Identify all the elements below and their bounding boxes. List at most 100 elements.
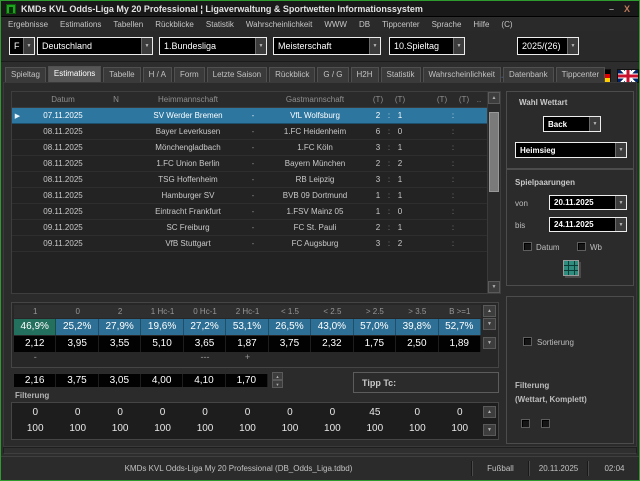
tab-h2h[interactable]: H2H — [351, 67, 379, 82]
tab-tippcenter[interactable]: Tippcenter — [556, 67, 606, 82]
filter-max[interactable]: 100 — [354, 422, 396, 436]
filter-max[interactable]: 100 — [141, 422, 183, 436]
chevron-down-icon[interactable]: ▼ — [369, 38, 380, 54]
league-select[interactable]: 1.Bundesliga ▼ — [159, 37, 267, 55]
filter-max[interactable]: 100 — [99, 422, 141, 436]
wb-checkbox[interactable] — [577, 242, 586, 251]
chevron-down-icon[interactable]: ▼ — [615, 143, 626, 157]
filter-min[interactable]: 0 — [184, 406, 226, 420]
tab-statistik[interactable]: Statistik — [381, 67, 421, 82]
manual-odd[interactable]: 3,75 — [56, 374, 98, 387]
est-spinner-up-icon[interactable]: ▲ — [483, 305, 496, 317]
minimize-button[interactable]: – — [609, 4, 614, 14]
chevron-down-icon[interactable]: ▼ — [141, 38, 152, 54]
header-tore-home2[interactable]: (T) — [435, 95, 449, 104]
competition-select[interactable]: Meisterschaft ▼ — [273, 37, 381, 55]
filter-spinner-up-icon[interactable]: ▲ — [483, 406, 496, 418]
manual-spinner-up-icon[interactable]: ▲ — [272, 372, 283, 380]
filter-max[interactable]: 100 — [56, 422, 98, 436]
filter-min[interactable]: 0 — [439, 406, 481, 420]
filter-min[interactable]: 0 — [311, 406, 353, 420]
chevron-down-icon[interactable]: ▼ — [453, 38, 464, 54]
filter-max[interactable]: 100 — [14, 422, 56, 436]
filter-min[interactable]: 0 — [396, 406, 438, 420]
filter-min[interactable]: 0 — [141, 406, 183, 420]
chevron-down-icon[interactable]: ▼ — [255, 38, 266, 54]
menu-item-db[interactable]: DB — [359, 20, 370, 29]
tab-rueckblick[interactable]: Rückblick — [269, 67, 315, 82]
tab-datenbank[interactable]: Datenbank — [503, 67, 554, 82]
bet-mode-select[interactable]: Back ▼ — [543, 116, 601, 132]
menu-item-ergebnisse[interactable]: Ergebnisse — [8, 20, 48, 29]
sortierung-checkbox[interactable] — [523, 337, 532, 346]
header-more[interactable]: .. — [471, 95, 487, 104]
filter-max[interactable]: 100 — [396, 422, 438, 436]
match-row-selected[interactable]: ▶ 07.11.2025 SV Werder Bremen - VfL Wolf… — [12, 108, 487, 124]
datum-checkbox[interactable] — [523, 242, 532, 251]
menu-item-www[interactable]: WWW — [324, 20, 347, 29]
scrollbar-thumb[interactable] — [489, 112, 499, 192]
header-heimmannschaft[interactable]: Heimmannschaft — [129, 95, 247, 104]
chevron-down-icon[interactable]: ▼ — [567, 38, 578, 54]
chevron-down-icon[interactable]: ▼ — [615, 196, 626, 209]
header-datum[interactable]: Datum — [23, 95, 103, 104]
manual-odd[interactable]: 4,10 — [183, 374, 225, 387]
filter-max[interactable]: 100 — [269, 422, 311, 436]
von-date-select[interactable]: 20.11.2025 ▼ — [549, 195, 627, 210]
bet-type-select[interactable]: Heimsieg ▼ — [515, 142, 627, 158]
tab-h-a[interactable]: H / A — [143, 67, 172, 82]
header-n[interactable]: N — [103, 95, 129, 104]
chevron-down-icon[interactable]: ▼ — [23, 38, 34, 54]
tab-estimations[interactable]: Estimations — [48, 66, 101, 82]
match-row[interactable]: 09.11.2025 VfB Stuttgart - FC Augsburg 3… — [12, 236, 487, 252]
filter-wettart-checkbox[interactable] — [521, 419, 530, 428]
menu-item-sprache[interactable]: Sprache — [432, 20, 462, 29]
menu-item-wahrscheinlichkeit[interactable]: Wahrscheinlichkeit — [246, 20, 312, 29]
match-row[interactable]: 08.11.2025 1.FC Union Berlin - Bayern Mü… — [12, 156, 487, 172]
table-edit-icon[interactable] — [563, 260, 579, 276]
header-tore-home[interactable]: (T) — [371, 95, 385, 104]
match-row[interactable]: 09.11.2025 Eintracht Frankfurt - 1.FSV M… — [12, 204, 487, 220]
menu-item-hilfe[interactable]: Hilfe — [473, 20, 489, 29]
menu-item-tabellen[interactable]: Tabellen — [113, 20, 143, 29]
match-row[interactable]: 08.11.2025 Hamburger SV - BVB 09 Dortmun… — [12, 188, 487, 204]
manual-odd[interactable]: 4,00 — [141, 374, 183, 387]
manual-spinner-down-icon[interactable]: ▼ — [272, 380, 283, 388]
country-select[interactable]: Deutschland ▼ — [37, 37, 153, 55]
tab-tabelle[interactable]: Tabelle — [103, 67, 140, 82]
games-scrollbar[interactable]: ▲ ▼ — [487, 92, 500, 293]
est-spinner-down-icon[interactable]: ▼ — [483, 318, 496, 330]
match-row[interactable]: 08.11.2025 TSG Hoffenheim - RB Leipzig 3… — [12, 172, 487, 188]
filter-max[interactable]: 100 — [226, 422, 268, 436]
match-row[interactable]: 08.11.2025 Bayer Leverkusen - 1.FC Heide… — [12, 124, 487, 140]
filter-min[interactable]: 0 — [14, 406, 56, 420]
manual-odd[interactable]: 3,05 — [99, 374, 141, 387]
header-tore-guest2[interactable]: (T) — [457, 95, 471, 104]
tab-g-g[interactable]: G / G — [317, 67, 348, 82]
tab-form[interactable]: Form — [174, 67, 205, 82]
tab-wahrscheinlichkeit[interactable]: Wahrscheinlichkeit — [423, 67, 501, 82]
filter-spinner-down-icon[interactable]: ▼ — [483, 424, 496, 436]
match-row[interactable]: 09.11.2025 SC Freiburg - FC St. Pauli 2 … — [12, 220, 487, 236]
menu-item-tippcenter[interactable]: Tippcenter — [382, 20, 420, 29]
tab-letzte-saison[interactable]: Letzte Saison — [207, 67, 267, 82]
scroll-down-icon[interactable]: ▼ — [488, 281, 500, 293]
match-row[interactable]: 08.11.2025 Mönchengladbach - 1.FC Köln 3… — [12, 140, 487, 156]
filter-max[interactable]: 100 — [439, 422, 481, 436]
filter-min[interactable]: 45 — [354, 406, 396, 420]
season-select[interactable]: 2025/(26) ▼ — [517, 37, 579, 55]
filter-max[interactable]: 100 — [311, 422, 353, 436]
filter-min[interactable]: 0 — [99, 406, 141, 420]
filter-min[interactable]: 0 — [226, 406, 268, 420]
matchday-select[interactable]: 10.Spieltag ▼ — [389, 37, 465, 55]
scroll-up-icon[interactable]: ▲ — [488, 92, 500, 104]
chevron-down-icon[interactable]: ▼ — [589, 117, 600, 131]
header-gastmannschaft[interactable]: Gastmannschaft — [259, 95, 371, 104]
close-button[interactable]: X — [624, 4, 630, 14]
menu-item-copyright[interactable]: (C) — [501, 20, 512, 29]
menu-item-statistik[interactable]: Statistik — [206, 20, 234, 29]
manual-odd[interactable]: 2,16 — [14, 374, 56, 387]
filter-max[interactable]: 100 — [184, 422, 226, 436]
bis-date-select[interactable]: 24.11.2025 ▼ — [549, 217, 627, 232]
header-tore-guest[interactable]: (T) — [393, 95, 407, 104]
